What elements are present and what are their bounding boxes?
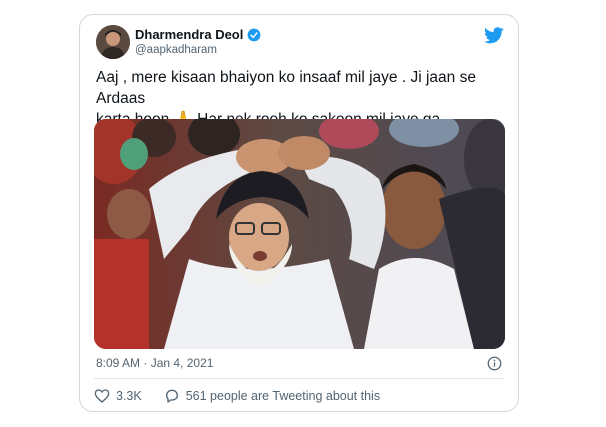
author-name[interactable]: Dharmendra Deol bbox=[135, 27, 243, 42]
verified-badge-icon bbox=[247, 28, 261, 42]
avatar[interactable] bbox=[96, 25, 130, 59]
speech-bubble-icon bbox=[165, 389, 178, 403]
like-count: 3.3K bbox=[116, 389, 142, 403]
conversation-text: 561 people are Tweeting about this bbox=[185, 389, 381, 403]
twitter-bird-icon[interactable] bbox=[484, 27, 504, 44]
like-button[interactable]: 3.3K bbox=[94, 388, 142, 404]
tweet-card[interactable]: Dharmendra Deol @aapkadharam Aaj , mere … bbox=[79, 14, 519, 412]
heart-icon bbox=[94, 389, 110, 403]
tweet-actions: 3.3K 561 people are Tweeting about this bbox=[94, 388, 380, 404]
divider bbox=[94, 378, 504, 379]
author-handle[interactable]: @aapkadharam bbox=[135, 44, 217, 56]
tweet-timestamp[interactable]: 8:09 AM · Jan 4, 2021 bbox=[96, 356, 213, 370]
info-icon[interactable] bbox=[487, 356, 502, 371]
tweet-photo[interactable] bbox=[94, 119, 505, 349]
tweet-text-line-1: Aaj , mere kisaan bhaiyon ko insaaf mil … bbox=[96, 69, 480, 107]
conversation-link[interactable]: 561 people are Tweeting about this bbox=[164, 388, 380, 404]
